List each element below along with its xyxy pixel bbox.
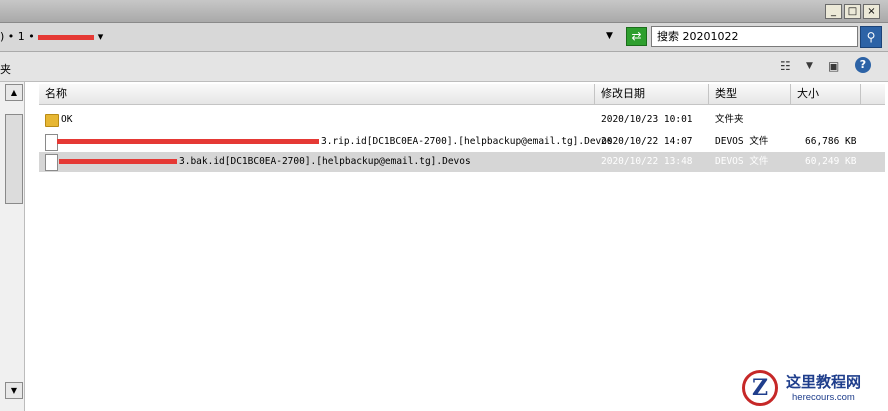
- list-item[interactable]: OK 2020/10/23 10:01 文件夹: [39, 110, 885, 130]
- breadcrumb[interactable]: ) • 1 • ▾: [0, 30, 103, 43]
- magnifier-icon[interactable]: ⚲: [860, 26, 882, 48]
- column-header-date[interactable]: 修改日期: [595, 84, 709, 104]
- preview-pane-icon[interactable]: ▣: [828, 59, 839, 73]
- close-button[interactable]: ×: [863, 4, 880, 19]
- view-dropdown-icon[interactable]: ▼: [806, 61, 813, 71]
- scroll-up-button[interactable]: ▲: [5, 84, 23, 101]
- file-type: DEVOS 文件: [715, 136, 769, 147]
- file-date: 2020/10/22 14:07: [601, 136, 693, 147]
- file-name: 3.bak.id[DC1BC0EA-2700].[helpbackup@emai…: [179, 156, 471, 167]
- file-size: 60,249 KB: [805, 156, 857, 167]
- address-history-dropdown-icon[interactable]: ▼: [606, 31, 613, 41]
- redaction-mark: [57, 139, 319, 144]
- file-date: 2020/10/22 13:48: [601, 156, 693, 167]
- scroll-down-button[interactable]: ▼: [5, 382, 23, 399]
- file-type: 文件夹: [715, 114, 744, 125]
- file-type: DEVOS 文件: [715, 156, 769, 167]
- breadcrumb-dropdown-icon[interactable]: ▾: [98, 30, 104, 43]
- file-name: OK: [61, 114, 73, 125]
- file-icon: [45, 154, 58, 171]
- search-box[interactable]: [651, 26, 858, 47]
- watermark-title: 这里教程网: [786, 373, 862, 391]
- file-list-pane: 名称 修改日期 类型 大小 OK 2020/10/23 10:01 文件夹 3.…: [25, 82, 885, 411]
- window-controls: _ □ ×: [825, 4, 880, 19]
- search-input[interactable]: [652, 27, 857, 44]
- watermark: Z 这里教程网 herecours.com: [740, 368, 888, 411]
- maximize-button[interactable]: □: [844, 4, 861, 19]
- view-options-icon[interactable]: ☷: [780, 59, 791, 73]
- column-header-name[interactable]: 名称: [39, 84, 595, 104]
- refresh-icon[interactable]: ⇄: [626, 27, 647, 46]
- navigation-pane: ▲ ▼: [0, 82, 25, 411]
- file-size: 66,786 KB: [805, 136, 857, 147]
- toolbar-left-label[interactable]: 夹: [0, 61, 11, 77]
- scroll-thumb[interactable]: [5, 114, 23, 204]
- column-header-row: 名称 修改日期 类型 大小: [39, 84, 885, 105]
- watermark-url: herecours.com: [792, 392, 855, 403]
- column-header-type[interactable]: 类型: [709, 84, 791, 104]
- minimize-button[interactable]: _: [825, 4, 842, 19]
- help-icon[interactable]: ?: [855, 57, 871, 73]
- breadcrumb-prefix: ) • 1 •: [0, 30, 35, 43]
- folder-icon: [45, 114, 59, 127]
- list-item[interactable]: 3.rip.id[DC1BC0EA-2700].[helpbackup@emai…: [39, 132, 885, 152]
- redaction-mark: [38, 34, 95, 40]
- column-header-size[interactable]: 大小: [791, 84, 861, 104]
- command-toolbar: 夹 ☷ ▼ ▣ ?: [0, 52, 888, 82]
- window-titlebar: _ □ ×: [0, 0, 888, 23]
- redaction-mark: [59, 159, 177, 164]
- file-date: 2020/10/23 10:01: [601, 114, 693, 125]
- address-bar: ) • 1 • ▾ ▼ ⇄ ⚲: [0, 23, 888, 52]
- watermark-logo-icon: Z: [742, 370, 778, 406]
- file-name: 3.rip.id[DC1BC0EA-2700].[helpbackup@emai…: [321, 136, 613, 147]
- list-item[interactable]: 3.bak.id[DC1BC0EA-2700].[helpbackup@emai…: [39, 152, 885, 172]
